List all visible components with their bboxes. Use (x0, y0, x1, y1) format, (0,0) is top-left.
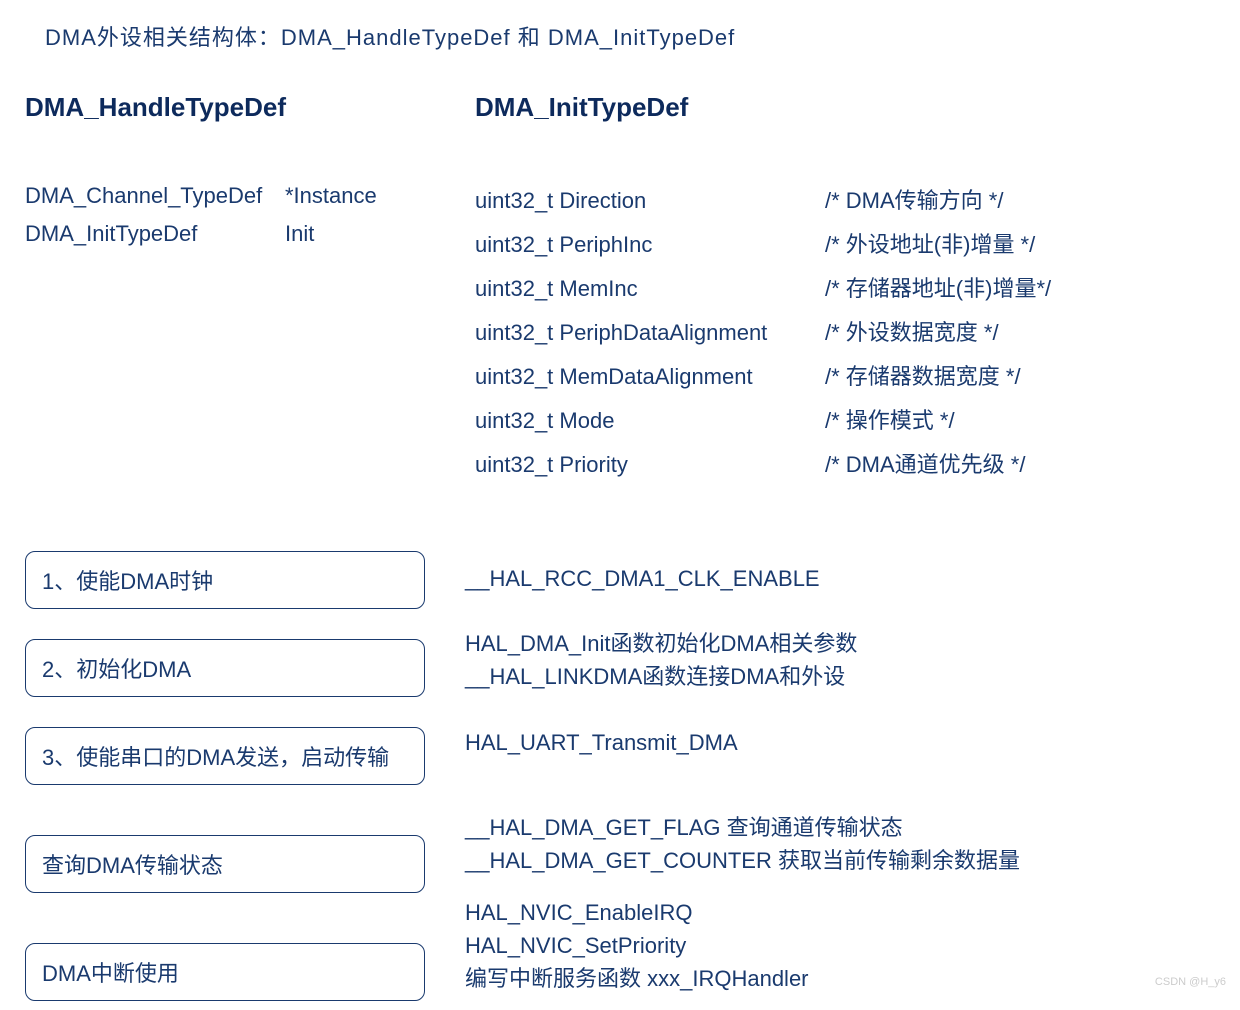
table-row: uint32_t PeriphDataAlignment /* 外设数据宽度 *… (475, 315, 1215, 347)
field-name: Init (285, 221, 425, 247)
desc-line: HAL_UART_Transmit_DMA (465, 726, 1215, 759)
heading-init: DMA_InitTypeDef (475, 92, 1215, 123)
table-row: uint32_t MemInc /* 存储器地址(非)增量*/ (475, 271, 1215, 303)
field-type: uint32_t MemDataAlignment (475, 364, 825, 390)
desc-line: HAL_DMA_Init函数初始化DMA相关参数 (465, 627, 1215, 660)
table-row: uint32_t PeriphInc /* 外设地址(非)增量 */ (475, 227, 1215, 259)
field-comment: /* 外设地址(非)增量 */ (825, 227, 1215, 259)
desc-line: HAL_NVIC_EnableIRQ (465, 896, 1215, 929)
field-comment: /* 存储器数据宽度 */ (825, 359, 1215, 391)
table-row: uint32_t Mode /* 操作模式 */ (475, 403, 1215, 435)
step-box-5: DMA中断使用 (25, 943, 425, 1001)
step-box-3: 3、使能串口的DMA发送，启动传输 (25, 727, 425, 785)
step-desc-2: HAL_DMA_Init函数初始化DMA相关参数 __HAL_LINKDMA函数… (465, 627, 1215, 693)
steps-right-col: __HAL_RCC_DMA1_CLK_ENABLE HAL_DMA_Init函数… (465, 551, 1215, 1001)
field-type: DMA_InitTypeDef (25, 221, 285, 247)
watermark: CSDN @H_y6 (1155, 976, 1226, 988)
table-row: uint32_t Priority /* DMA通道优先级 */ (475, 447, 1215, 479)
desc-line: __HAL_LINKDMA函数连接DMA和外设 (465, 660, 1215, 693)
table-row: DMA_Channel_TypeDef *Instance (25, 183, 445, 209)
handle-table: DMA_Channel_TypeDef *Instance DMA_InitTy… (25, 183, 445, 247)
table-row: uint32_t MemDataAlignment /* 存储器数据宽度 */ (475, 359, 1215, 391)
table-row: DMA_InitTypeDef Init (25, 221, 445, 247)
step-box-1: 1、使能DMA时钟 (25, 551, 425, 609)
field-comment: /* DMA通道优先级 */ (825, 447, 1215, 479)
field-type: uint32_t Direction (475, 188, 825, 214)
init-table: uint32_t Direction /* DMA传输方向 */ uint32_… (475, 183, 1215, 479)
desc-line: HAL_NVIC_SetPriority (465, 929, 1215, 962)
col-handle-typedef: DMA_HandleTypeDef DMA_Channel_TypeDef *I… (25, 92, 445, 491)
field-comment: /* 外设数据宽度 */ (825, 315, 1215, 347)
field-type: uint32_t PeriphDataAlignment (475, 320, 825, 346)
field-comment: /* DMA传输方向 */ (825, 183, 1215, 215)
desc-line: __HAL_DMA_GET_COUNTER 获取当前传输剩余数据量 (465, 844, 1215, 877)
steps-section: 1、使能DMA时钟 2、初始化DMA 3、使能串口的DMA发送，启动传输 查询D… (25, 551, 1215, 1001)
step-box-2: 2、初始化DMA (25, 639, 425, 697)
field-type: uint32_t PeriphInc (475, 232, 825, 258)
struct-section: DMA_HandleTypeDef DMA_Channel_TypeDef *I… (25, 92, 1215, 491)
desc-line: __HAL_RCC_DMA1_CLK_ENABLE (465, 562, 1215, 595)
step-box-4: 查询DMA传输状态 (25, 835, 425, 893)
field-type: uint32_t MemInc (475, 276, 825, 302)
col-init-typedef: DMA_InitTypeDef uint32_t Direction /* DM… (475, 92, 1215, 491)
step-desc-5: HAL_NVIC_EnableIRQ HAL_NVIC_SetPriority … (465, 895, 1215, 995)
step-desc-1: __HAL_RCC_DMA1_CLK_ENABLE (465, 551, 1215, 605)
field-name: *Instance (285, 183, 425, 209)
field-comment: /* 存储器地址(非)增量*/ (825, 271, 1215, 303)
field-type: DMA_Channel_TypeDef (25, 183, 285, 209)
desc-line: 编写中断服务函数 xxx_IRQHandler (465, 962, 1215, 995)
steps-left-col: 1、使能DMA时钟 2、初始化DMA 3、使能串口的DMA发送，启动传输 查询D… (25, 551, 425, 1001)
table-row: uint32_t Direction /* DMA传输方向 */ (475, 183, 1215, 215)
step-desc-4: __HAL_DMA_GET_FLAG 查询通道传输状态 __HAL_DMA_GE… (465, 811, 1215, 877)
step-desc-3: HAL_UART_Transmit_DMA (465, 715, 1215, 769)
field-comment: /* 操作模式 */ (825, 403, 1215, 435)
heading-handle: DMA_HandleTypeDef (25, 92, 445, 123)
field-type: uint32_t Priority (475, 452, 825, 478)
intro-text: DMA外设相关结构体：DMA_HandleTypeDef 和 DMA_InitT… (45, 20, 1215, 52)
desc-line: __HAL_DMA_GET_FLAG 查询通道传输状态 (465, 811, 1215, 844)
field-type: uint32_t Mode (475, 408, 825, 434)
